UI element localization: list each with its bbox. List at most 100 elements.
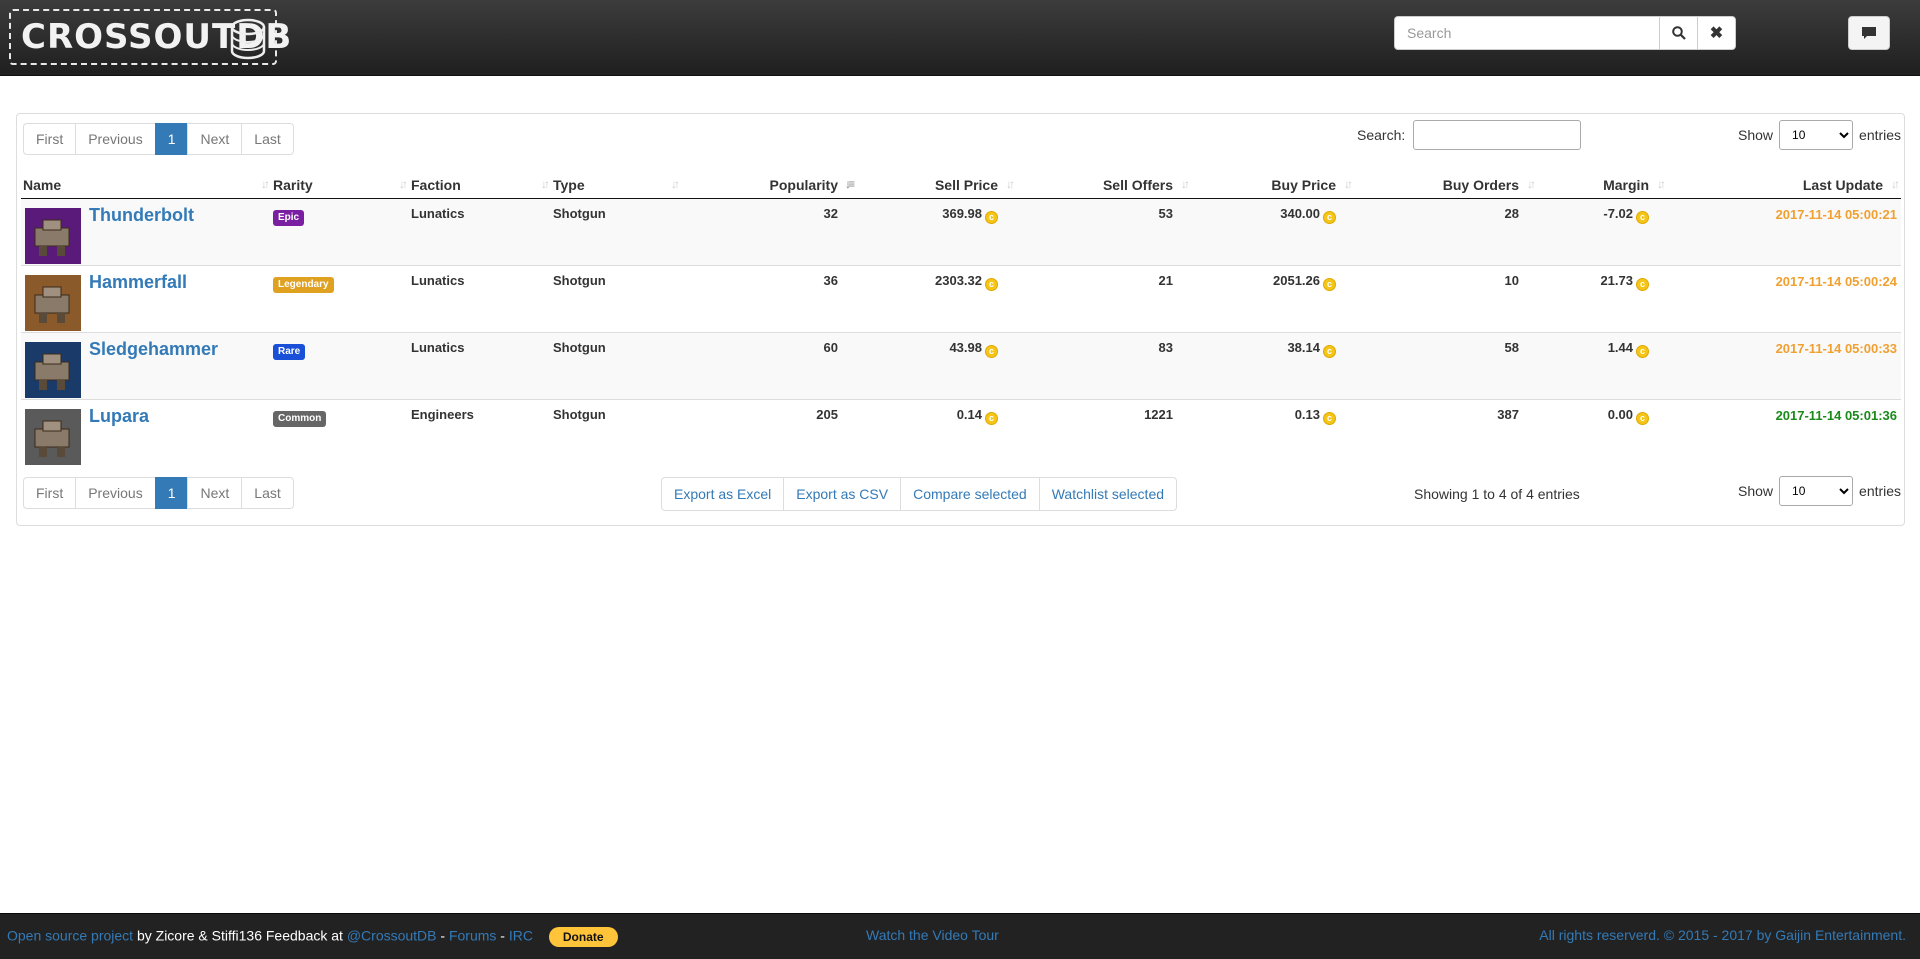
table-row[interactable]: Sledgehammer Rare Lunatics Shotgun 60 43.98 c 8… (21, 331, 1901, 399)
buy-orders-cell: 58 (1354, 331, 1537, 399)
buy-orders-cell: 10 (1354, 264, 1537, 332)
type-cell: Shotgun (551, 398, 681, 466)
item-thumbnail[interactable] (25, 207, 81, 264)
col-faction[interactable]: Faction ↓↑ (409, 172, 551, 199)
length-show-label: Show (1738, 127, 1774, 143)
faction-cell: Engineers (409, 398, 551, 466)
clear-search-button[interactable]: ✖ (1697, 16, 1736, 50)
popularity-cell: 60 (681, 331, 856, 399)
page-length-select[interactable]: 10 (1779, 476, 1854, 506)
table-search-label: Search: (1357, 127, 1406, 143)
item-name-link[interactable]: Thunderbolt (89, 205, 194, 264)
compare-selected-button[interactable]: Compare selected (900, 477, 1040, 511)
table-row[interactable]: Thunderbolt Epic Lunatics Shotgun 32 369.98 c 5… (21, 197, 1901, 265)
pagination-next[interactable]: Next (187, 477, 243, 509)
chat-button[interactable] (1848, 16, 1890, 50)
donate-button[interactable]: Donate (548, 927, 618, 947)
sort-icon: ↓↑ (1006, 177, 1015, 191)
pagination-previous[interactable]: Previous (75, 477, 156, 509)
pagination-next[interactable]: Next (187, 123, 243, 155)
search-input[interactable] (1394, 16, 1660, 50)
length-show-label: Show (1738, 483, 1774, 499)
table-search-input[interactable] (1413, 120, 1582, 150)
item-thumbnail[interactable] (25, 274, 81, 331)
footer-sep: - (496, 927, 509, 944)
col-rarity[interactable]: Rarity ↓↑ (271, 172, 409, 199)
type-cell: Shotgun (551, 197, 681, 265)
buy-price-cell: 2051.26 c (1191, 264, 1354, 332)
item-name-link[interactable]: Lupara (89, 406, 149, 465)
item-name-link[interactable]: Hammerfall (89, 272, 187, 331)
name-cell: Thunderbolt (21, 197, 271, 265)
coin-icon: c (1636, 210, 1649, 224)
type-cell: Shotgun (551, 264, 681, 332)
page-length-select[interactable]: 10 (1779, 120, 1854, 150)
sort-icon: ↓↑ (1891, 177, 1900, 191)
rarity-badge: Legendary (273, 276, 334, 293)
col-sell-price[interactable]: Sell Price ↓↑ (856, 172, 1016, 199)
buy-orders-cell: 387 (1354, 398, 1537, 466)
logo[interactable]: CROSSOUTDB (9, 9, 291, 65)
coin-icon: c (1636, 277, 1649, 291)
watchlist-selected-button[interactable]: Watchlist selected (1038, 477, 1178, 511)
faction-cell: Lunatics (409, 197, 551, 265)
market-table: Name ↓↑ Rarity ↓↑ Faction ↓↑ Type ↓↑ Popular… (21, 172, 1901, 466)
sell-price-cell: 369.98 c (856, 197, 1016, 265)
faction-cell: Lunatics (409, 264, 551, 332)
pagination-previous[interactable]: Previous (75, 123, 156, 155)
footer: Open source project by Zicore & Stiffi13… (0, 913, 1920, 959)
rarity-badge: Common (273, 410, 327, 427)
type-cell: Shotgun (551, 331, 681, 399)
export-csv-button[interactable]: Export as CSV (783, 477, 902, 511)
footer-center: Watch the Video Tour (866, 927, 999, 943)
table-row[interactable]: Lupara Common Engineers Shotgun 205 0.14 c 1221… (21, 398, 1901, 466)
sell-price-cell: 0.14 c (856, 398, 1016, 466)
margin-cell: 1.44 c (1537, 331, 1667, 399)
item-thumbnail[interactable] (25, 408, 81, 465)
col-buy-orders[interactable]: Buy Orders ↓↑ (1354, 172, 1537, 199)
export-excel-button[interactable]: Export as Excel (661, 477, 785, 511)
length-entries-label: entries (1859, 483, 1902, 499)
search-button[interactable] (1659, 16, 1698, 50)
twitter-link[interactable]: @CrossoutDB (347, 928, 437, 944)
irc-link[interactable]: IRC (509, 928, 533, 944)
pagination-page-1[interactable]: 1 (154, 123, 189, 155)
item-name-link[interactable]: Sledgehammer (89, 339, 218, 398)
coin-icon: c (1636, 344, 1649, 358)
forums-link[interactable]: Forums (449, 928, 496, 944)
col-popularity[interactable]: Popularity ↓≡ (681, 172, 856, 199)
sort-icon: ↓↑ (1657, 177, 1666, 191)
coin-icon: c (1323, 277, 1336, 291)
item-thumbnail[interactable] (25, 341, 81, 398)
page-length-bottom: Show 10 entries (1738, 476, 1901, 506)
buy-price-cell: 340.00 c (1191, 197, 1354, 265)
faction-cell: Lunatics (409, 331, 551, 399)
pagination-first[interactable]: First (23, 477, 77, 509)
sell-offers-cell: 53 (1016, 197, 1191, 265)
col-name[interactable]: Name ↓↑ (21, 172, 271, 199)
table-search: Search: (1357, 120, 1582, 150)
open-source-link[interactable]: Open source project (7, 928, 133, 944)
sell-offers-cell: 83 (1016, 331, 1191, 399)
pagination-page-1[interactable]: 1 (154, 477, 189, 509)
sell-price-cell: 43.98 c (856, 331, 1016, 399)
pagination-first[interactable]: First (23, 123, 77, 155)
table-row[interactable]: Hammerfall Legendary Lunatics Shotgun 36 2303… (21, 264, 1901, 332)
col-buy-price[interactable]: Buy Price ↓↑ (1191, 172, 1354, 199)
col-last-update[interactable]: Last Update ↓↑ (1667, 172, 1901, 199)
comment-icon (1862, 27, 1876, 39)
rarity-badge: Epic (273, 209, 305, 226)
col-margin[interactable]: Margin ↓↑ (1537, 172, 1667, 199)
pagination-last[interactable]: Last (241, 477, 294, 509)
last-update-cell: 2017-11-14 05:00:24 (1667, 264, 1901, 332)
coin-stack-icon (230, 18, 266, 60)
coin-icon: c (1323, 210, 1336, 224)
margin-cell: 0.00 c (1537, 398, 1667, 466)
video-tour-link[interactable]: Watch the Video Tour (866, 927, 999, 943)
footer-sep: - (436, 927, 449, 944)
col-sell-offers[interactable]: Sell Offers ↓↑ (1016, 172, 1191, 199)
pagination-top: First Previous 1 Next Last (23, 123, 294, 155)
rarity-cell: Rare (271, 331, 409, 399)
col-type[interactable]: Type ↓↑ (551, 172, 681, 199)
pagination-last[interactable]: Last (241, 123, 294, 155)
